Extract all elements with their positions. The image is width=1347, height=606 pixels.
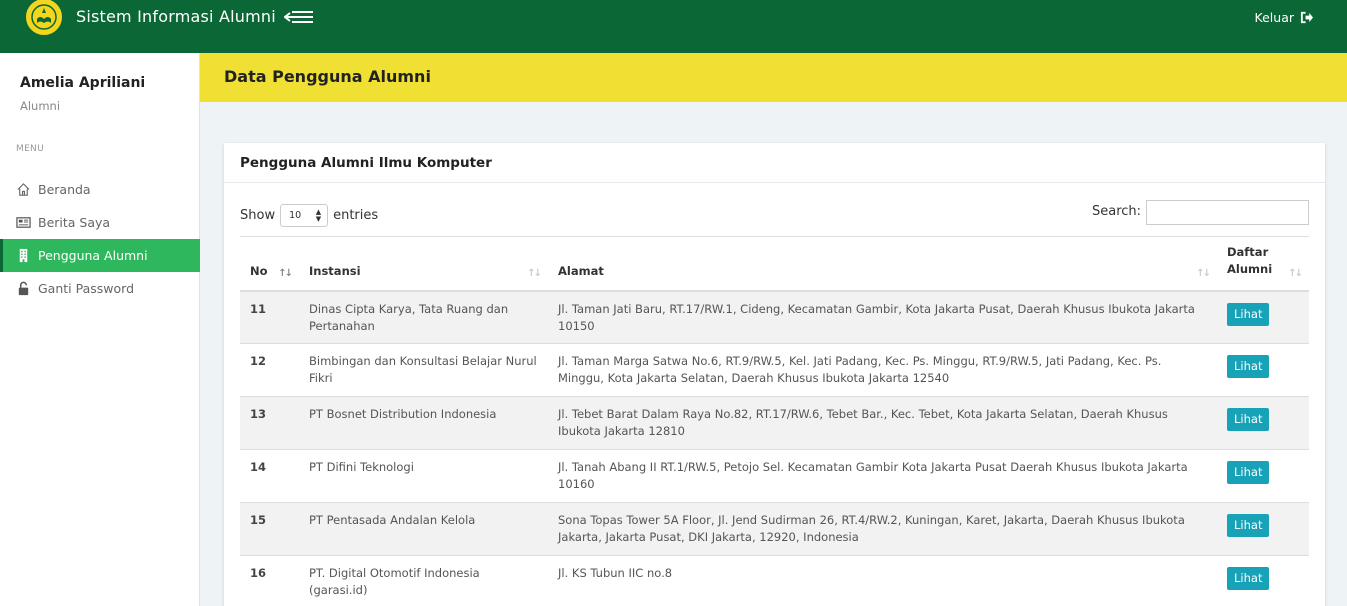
lihat-button[interactable]: Lihat: [1227, 355, 1270, 378]
row-alamat: Jl. KS Tubun IIC no.8: [548, 555, 1217, 606]
row-instansi: PT Pentasada Andalan Kelola: [299, 502, 548, 556]
table-row: 15 PT Pentasada Andalan Kelola Sona Topa…: [240, 502, 1309, 556]
column-header-alamat[interactable]: Alamat ↑↓: [548, 236, 1217, 292]
sidebar-item-label: Beranda: [38, 182, 91, 197]
entries-length-control: Show 10 ▲ ▼ entries: [240, 204, 378, 227]
search-label: Search:: [1092, 204, 1142, 219]
table-row: 13 PT Bosnet Distribution Indonesia Jl. …: [240, 396, 1309, 450]
sidebar-item-pengguna-alumni[interactable]: Pengguna Alumni: [0, 239, 200, 272]
entries-label: entries: [333, 208, 379, 223]
column-header-instansi[interactable]: Instansi ↑↓: [299, 236, 548, 292]
sidebar-item-label: Ganti Password: [38, 281, 135, 296]
page-title: Data Pengguna Alumni: [224, 67, 431, 86]
row-alamat: Jl. Tanah Abang II RT.1/RW.5, Petojo Sel…: [548, 449, 1217, 503]
building-icon: [16, 248, 31, 263]
table-row: 11 Dinas Cipta Karya, Tata Ruang dan Per…: [240, 290, 1309, 344]
entries-select-value: 10: [289, 210, 302, 221]
sidebar-item-berita-saya[interactable]: Berita Saya: [0, 206, 200, 239]
row-no: 12: [240, 343, 299, 397]
sidebar-menu: Beranda Berita Saya Pengguna Alumni Gant…: [0, 173, 200, 305]
entries-select[interactable]: 10 ▲ ▼: [280, 204, 329, 227]
row-instansi: Bimbingan dan Konsultasi Belajar Nurul F…: [299, 343, 548, 397]
data-card: Pengguna Alumni Ilmu Komputer Show 10 ▲ ▼…: [224, 143, 1325, 606]
sort-icon: ↑↓: [1196, 267, 1211, 279]
show-label: Show: [240, 208, 276, 223]
logout-button[interactable]: Keluar: [1255, 10, 1313, 25]
column-header-no[interactable]: No ↑↓: [240, 236, 299, 292]
logout-label: Keluar: [1254, 10, 1294, 25]
newspaper-icon: [16, 215, 31, 230]
row-no: 16: [240, 555, 299, 606]
sidebar-toggle-icon[interactable]: [283, 9, 314, 23]
lihat-button[interactable]: Lihat: [1227, 408, 1270, 431]
card-title: Pengguna Alumni Ilmu Komputer: [224, 143, 1325, 183]
select-arrows-icon: ▲ ▼: [315, 208, 322, 223]
sidebar-item-label: Berita Saya: [38, 215, 111, 230]
app-title[interactable]: Sistem Informasi Alumni: [76, 7, 276, 26]
row-instansi: PT Bosnet Distribution Indonesia: [299, 396, 548, 450]
sidebar-item-label: Pengguna Alumni: [38, 248, 148, 263]
sign-out-icon: [1300, 11, 1313, 24]
logo-emblem-icon: [31, 4, 57, 30]
lihat-button[interactable]: Lihat: [1227, 514, 1270, 537]
row-no: 13: [240, 396, 299, 450]
row-alamat: Jl. Tebet Barat Dalam Raya No.82, RT.17/…: [548, 396, 1217, 450]
lihat-button[interactable]: Lihat: [1227, 461, 1270, 484]
user-name: Amelia Apriliani: [20, 75, 146, 91]
menu-header: MENU: [16, 144, 44, 154]
home-icon: [16, 182, 31, 197]
sidebar: Amelia Apriliani Alumni MENU Beranda Ber…: [0, 53, 200, 606]
sort-icon: ↑↓: [1288, 267, 1303, 279]
row-alamat: Sona Topas Tower 5A Floor, Jl. Jend Sudi…: [548, 502, 1217, 556]
row-alamat: Jl. Taman Marga Satwa No.6, RT.9/RW.5, K…: [548, 343, 1217, 397]
column-header-daftar-alumni[interactable]: Daftar Alumni ↑↓: [1217, 236, 1309, 292]
table-row: 14 PT Difini Teknologi Jl. Tanah Abang I…: [240, 449, 1309, 503]
sidebar-item-beranda[interactable]: Beranda: [0, 173, 200, 206]
top-navbar: Sistem Informasi Alumni Keluar: [0, 0, 1347, 53]
search-input[interactable]: [1146, 200, 1309, 225]
row-no: 14: [240, 449, 299, 503]
table-row: 12 Bimbingan dan Konsultasi Belajar Nuru…: [240, 343, 1309, 397]
alumni-users-table: No ↑↓ Instansi ↑↓ Alamat ↑↓ Daftar Alumni ↑↓…: [240, 236, 1309, 606]
row-instansi: Dinas Cipta Karya, Tata Ruang dan Pertan…: [299, 290, 548, 344]
university-logo: [24, 0, 64, 37]
row-instansi: PT. Digital Otomotif Indonesia (garasi.i…: [299, 555, 548, 606]
sort-asc-icon: ↑↓: [278, 267, 293, 279]
row-instansi: PT Difini Teknologi: [299, 449, 548, 503]
unlock-icon: [16, 281, 31, 296]
lihat-button[interactable]: Lihat: [1227, 302, 1270, 326]
sidebar-item-ganti-password[interactable]: Ganti Password: [0, 272, 200, 305]
sort-icon: ↑↓: [527, 267, 542, 279]
table-row: 16 PT. Digital Otomotif Indonesia (garas…: [240, 555, 1309, 606]
row-no: 11: [240, 290, 299, 344]
lihat-button[interactable]: Lihat: [1227, 567, 1270, 590]
row-no: 15: [240, 502, 299, 556]
user-role: Alumni: [20, 99, 61, 113]
row-alamat: Jl. Taman Jati Baru, RT.17/RW.1, Cideng,…: [548, 290, 1217, 344]
content-header: Data Pengguna Alumni: [200, 53, 1347, 102]
table-header-row: No ↑↓ Instansi ↑↓ Alamat ↑↓ Daftar Alumni ↑↓: [240, 236, 1309, 292]
